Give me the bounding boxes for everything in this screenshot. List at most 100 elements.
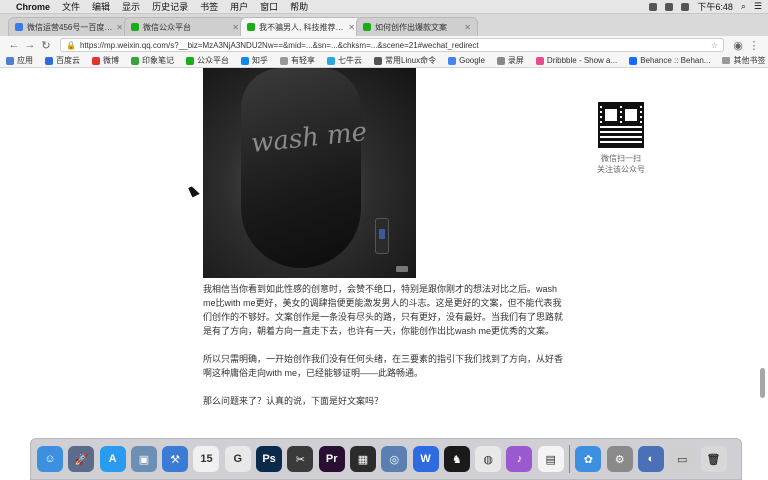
bookmark-apps[interactable]: 应用 bbox=[6, 55, 33, 66]
photo-figure bbox=[241, 68, 361, 268]
reload-icon[interactable]: ↻ bbox=[38, 39, 54, 52]
qq-icon[interactable]: ♞ bbox=[443, 446, 470, 472]
preview-icon[interactable]: ▣ bbox=[130, 446, 157, 472]
bookmark-label: Google bbox=[459, 56, 485, 65]
address-bar[interactable]: 🔒 https://mp.weixin.qq.com/s?__biz=MzA3N… bbox=[60, 38, 724, 52]
macos-dock: ☺ 🚀 A ▣ ⚒ 15 G Ps ✂ Pr ▦ ◎ W ♞ ◍ ♪ ▤ ✿ ⚙ ◐ ▭ 🗑 bbox=[30, 438, 742, 480]
bookmark-label: 公众平台 bbox=[197, 56, 229, 65]
downloads-stack-icon[interactable]: ✿ bbox=[575, 446, 602, 472]
forward-icon[interactable]: → bbox=[22, 39, 38, 51]
wechat-favicon-icon bbox=[363, 23, 371, 31]
close-tab-icon[interactable]: ✕ bbox=[345, 23, 355, 32]
menu-window[interactable]: 窗口 bbox=[260, 0, 278, 13]
spotlight-icon[interactable]: ⌕ bbox=[741, 1, 746, 12]
article-body: 我相信当你看到如此性感的创意时，会赞不绝口，特别是跟你刚才的想法对比之后。was… bbox=[203, 282, 565, 416]
google-icon bbox=[448, 56, 457, 65]
bookmarks-bar: 应用 百度云 微博 印象笔记 公众平台 知乎 有轻享 七牛云 常用Linux命令… bbox=[0, 54, 768, 68]
menu-bookmarks[interactable]: 书签 bbox=[200, 0, 218, 13]
article-paragraph: 所以只需明确，一开始创作我们没有任何头绪，在三要素的指引下我们找到了方向，从好香… bbox=[203, 354, 564, 378]
bookmark-wechat-platform[interactable]: 公众平台 bbox=[186, 55, 229, 66]
close-tab-icon[interactable]: ✕ bbox=[113, 23, 123, 32]
qr-caption: 微信扫一扫 关注该公众号 bbox=[594, 153, 648, 175]
bookmark-label: 七牛云 bbox=[338, 56, 362, 65]
evernote-icon bbox=[131, 56, 139, 65]
page-icon bbox=[280, 56, 288, 65]
chrome-helper-icon[interactable]: G bbox=[224, 446, 251, 472]
photoshop-icon[interactable]: Ps bbox=[256, 446, 283, 472]
bookmark-screen-record[interactable]: 录屏 bbox=[496, 55, 524, 66]
wechat-icon[interactable]: ◍ bbox=[475, 446, 502, 472]
bookmark-label: Behance :: Behan... bbox=[640, 56, 711, 65]
music-icon[interactable]: ♪ bbox=[506, 446, 533, 472]
quicktime-icon[interactable]: ◎ bbox=[381, 446, 408, 472]
bookmark-dribbble[interactable]: Dribbble - Show a... bbox=[535, 56, 617, 65]
bookmark-weibo[interactable]: 微博 bbox=[92, 55, 119, 66]
bookmark-linux-commands[interactable]: 常用Linux命令 bbox=[374, 55, 436, 66]
bookmark-other[interactable]: 其他书签 bbox=[722, 55, 765, 66]
menu-help[interactable]: 帮助 bbox=[290, 0, 308, 13]
tab-wechat-platform[interactable]: 微信公众平台 ✕ bbox=[124, 17, 246, 36]
xcode-icon[interactable]: ⚒ bbox=[162, 446, 189, 472]
status-area: 下午6:48 ⌕ ☰ bbox=[649, 0, 762, 13]
qr-code-panel: 微信扫一扫 关注该公众号 bbox=[594, 102, 648, 175]
menu-app-chrome[interactable]: Chrome bbox=[16, 2, 50, 12]
chrome-menu-icon[interactable]: ⋮ bbox=[746, 39, 762, 52]
folder-icon[interactable]: ▭ bbox=[669, 446, 696, 472]
terminal-monitor-icon[interactable]: ▦ bbox=[349, 446, 376, 472]
menu-history[interactable]: 历史记录 bbox=[152, 0, 188, 13]
menubar-clock[interactable]: 下午6:48 bbox=[697, 0, 733, 13]
tab-article-active[interactable]: 我不骗男人, 科技推荐的情报 ✕ bbox=[240, 17, 362, 36]
tab-strip: 微信运营456号一百度搜索 ✕ 微信公众平台 ✕ 我不骗男人, 科技推荐的情报 … bbox=[0, 14, 768, 36]
bookmark-label: 其他书签 bbox=[733, 56, 766, 65]
article-paragraph: 那么问题来了？认真的说，下面是好文案吗？ bbox=[203, 396, 384, 406]
battery-icon[interactable] bbox=[681, 2, 690, 11]
back-icon[interactable]: ← bbox=[6, 39, 22, 51]
article-photo: wash me bbox=[203, 68, 416, 278]
menu-people[interactable]: 用户 bbox=[230, 0, 248, 13]
finder-icon[interactable]: ☺ bbox=[37, 446, 63, 472]
final-cut-icon[interactable]: ✂ bbox=[287, 446, 314, 472]
address-url[interactable]: https://mp.weixin.qq.com/s?__biz=MzA3NjA… bbox=[80, 41, 479, 50]
display-icon[interactable]: ◐ bbox=[637, 446, 664, 472]
bookmark-label: 应用 bbox=[17, 56, 33, 65]
launchpad-icon[interactable]: 🚀 bbox=[68, 446, 95, 472]
close-tab-icon[interactable]: ✕ bbox=[229, 23, 239, 32]
menu-edit[interactable]: 编辑 bbox=[92, 0, 110, 13]
extension-icon[interactable]: ◉ bbox=[730, 39, 746, 52]
bookmark-google[interactable]: Google bbox=[448, 56, 485, 65]
wps-icon[interactable]: W bbox=[412, 446, 439, 472]
bookmark-behance[interactable]: Behance :: Behan... bbox=[629, 56, 710, 65]
status-icon[interactable] bbox=[649, 2, 658, 11]
tab-copywriting[interactable]: 如何创作出爆款文案 ✕ bbox=[356, 17, 478, 36]
notification-center-icon[interactable]: ☰ bbox=[754, 1, 762, 12]
bookmark-label: 知乎 bbox=[252, 56, 268, 65]
tab-baidu-search[interactable]: 微信运营456号一百度搜索 ✕ bbox=[8, 17, 130, 36]
page-icon bbox=[374, 56, 382, 65]
wifi-icon[interactable] bbox=[665, 2, 674, 11]
premiere-icon[interactable]: Pr bbox=[318, 446, 345, 472]
article-page: wash me 我相信当你看到如此性感的创意时，会赞不绝口，特别是跟你刚才的想法… bbox=[0, 68, 768, 416]
page-scrollbar[interactable] bbox=[760, 368, 765, 398]
system-preferences-icon[interactable]: ⚙ bbox=[606, 446, 633, 472]
calendar-icon[interactable]: 15 bbox=[193, 446, 220, 472]
trash-icon[interactable]: 🗑 bbox=[700, 446, 727, 472]
bookmark-label: 微博 bbox=[103, 56, 119, 65]
page-icon bbox=[496, 56, 505, 65]
bookmark-qiniu[interactable]: 七牛云 bbox=[327, 55, 362, 66]
wechat-favicon-icon bbox=[131, 23, 139, 31]
bookmark-label: 有轻享 bbox=[291, 56, 315, 65]
app-store-icon[interactable]: A bbox=[99, 446, 126, 472]
bookmark-zhihu[interactable]: 知乎 bbox=[241, 55, 268, 66]
tab-label: 我不骗男人, 科技推荐的情报 bbox=[259, 22, 345, 32]
dribbble-icon bbox=[535, 56, 544, 65]
activity-monitor-icon[interactable]: ▤ bbox=[537, 446, 564, 472]
menu-view[interactable]: 显示 bbox=[122, 0, 140, 13]
bookmark-star-icon[interactable]: ☆ bbox=[707, 41, 718, 50]
bookmark-evernote[interactable]: 印象笔记 bbox=[131, 55, 174, 66]
wechat-icon bbox=[186, 56, 194, 65]
menu-file[interactable]: 文件 bbox=[62, 0, 80, 13]
close-tab-icon[interactable]: ✕ bbox=[461, 23, 471, 32]
bookmark-baidu-cloud[interactable]: 百度云 bbox=[45, 55, 80, 66]
mouse-cursor-icon bbox=[188, 184, 200, 198]
bookmark-youqingxiang[interactable]: 有轻享 bbox=[280, 55, 315, 66]
